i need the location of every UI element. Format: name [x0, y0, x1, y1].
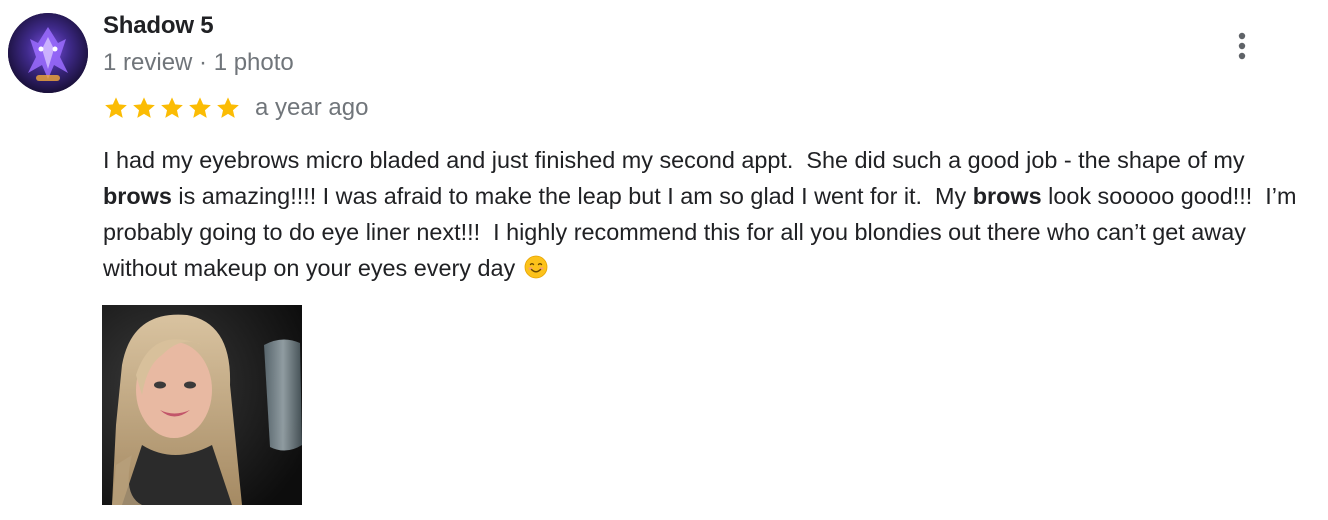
star-icon — [161, 97, 183, 118]
avatar-image — [8, 13, 88, 93]
review-photo-image — [102, 305, 302, 505]
highlighted-keyword: brows — [972, 183, 1042, 209]
review-date: a year ago — [255, 94, 369, 121]
star-icon — [105, 97, 127, 118]
star-icon — [189, 97, 211, 118]
rating-row: a year ago — [103, 93, 368, 123]
review-text-segment: is amazing!!!! I was afraid to make the … — [171, 183, 973, 209]
reviewer-meta[interactable]: 1 review · 1 photo — [103, 48, 294, 78]
more-vertical-icon — [1238, 32, 1246, 60]
review-card: Shadow 5 1 review · 1 photo a year ago I… — [0, 0, 1328, 520]
star-icon — [133, 97, 155, 118]
reviewer-name[interactable]: Shadow 5 — [103, 11, 214, 41]
star-rating — [103, 95, 241, 121]
star-icon — [217, 97, 239, 118]
smiling-face-icon — [524, 255, 548, 279]
review-photo[interactable] — [102, 305, 302, 505]
review-text: I had my eyebrows micro bladed and just … — [103, 142, 1318, 286]
avatar[interactable] — [8, 13, 88, 93]
highlighted-keyword: brows — [103, 183, 172, 209]
review-text-segment: I had my eyebrows micro bladed and just … — [103, 147, 1252, 173]
more-options-button[interactable] — [1222, 26, 1262, 66]
